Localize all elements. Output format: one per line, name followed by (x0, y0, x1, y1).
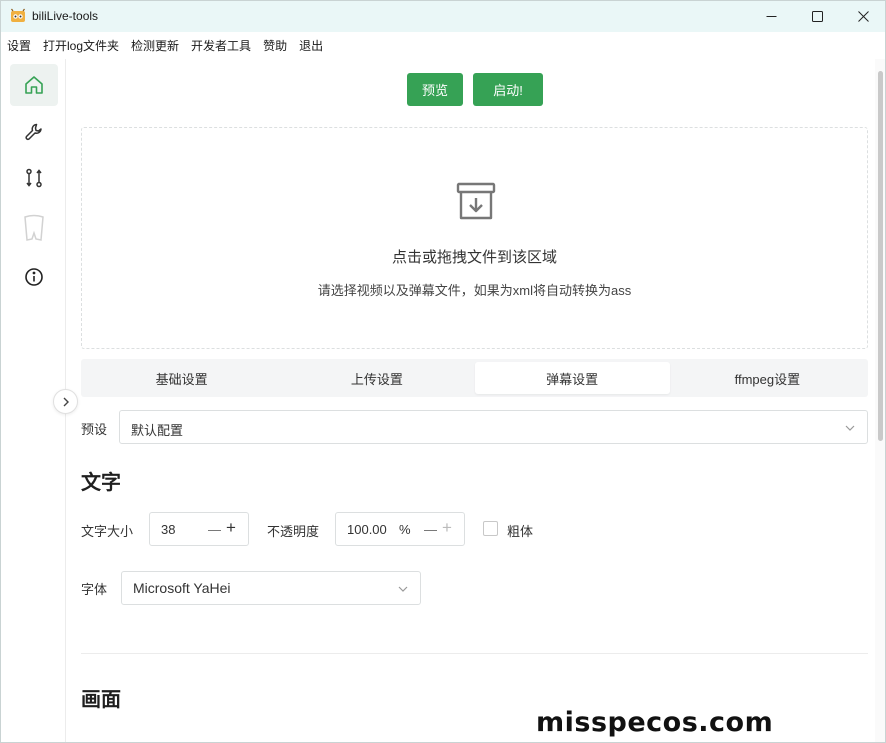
window-title: biliLive-tools (32, 9, 99, 23)
sidebar-item-about[interactable] (10, 256, 58, 298)
chevron-down-icon (398, 586, 408, 592)
opacity-decrement-button[interactable]: — (424, 522, 437, 537)
minimize-button[interactable] (748, 1, 794, 32)
tab-upload[interactable]: 上传设置 (279, 362, 474, 394)
picture-section-heading: 画面 (81, 689, 121, 711)
opacity-unit: % (399, 522, 411, 537)
menu-item-exit[interactable]: 退出 (299, 37, 323, 54)
wrench-icon (25, 123, 42, 141)
preset-value: 默认配置 (131, 423, 184, 438)
font-size-value: 38 (161, 522, 176, 537)
menu-item-open-log-folder[interactable]: 打开log文件夹 (43, 37, 119, 54)
maximize-button[interactable] (794, 1, 840, 32)
app-window: biliLive-tools 设置 打开log文件夹 检测更新 开发者工具 赞助… (0, 0, 886, 743)
minimize-icon (766, 16, 776, 17)
increment-button[interactable]: + (226, 518, 236, 538)
chevron-right-icon (63, 397, 69, 406)
close-button[interactable] (840, 1, 885, 32)
sidebar-collapse-button[interactable] (53, 389, 78, 414)
tab-ffmpeg[interactable]: ffmpeg设置 (670, 362, 865, 394)
opacity-input[interactable]: 100.00 % — + (335, 512, 465, 546)
font-family-label: 字体 (81, 582, 108, 597)
decrement-button[interactable]: — (208, 522, 221, 537)
opacity-increment-button[interactable]: + (442, 518, 452, 538)
chevron-down-icon (845, 425, 855, 431)
close-icon (857, 11, 869, 22)
font-family-value: Microsoft YaHei (133, 580, 231, 596)
opacity-label: 不透明度 (267, 524, 320, 539)
dropzone-subtitle: 请选择视频以及弹幕文件，如果为xml将自动转换为ass (317, 283, 632, 298)
scrollbar-thumb[interactable] (878, 71, 883, 441)
text-section-heading: 文字 (81, 472, 121, 494)
settings-tabs: 基础设置 上传设置 弹幕设置 ffmpeg设置 (81, 359, 868, 397)
sidebar-item-bilibili[interactable] (10, 207, 58, 249)
sidebar-item-tools[interactable] (10, 111, 58, 153)
tab-basic[interactable]: 基础设置 (84, 362, 279, 394)
menu-item-dev-tools[interactable]: 开发者工具 (191, 37, 251, 54)
file-dropzone[interactable]: 点击或拖拽文件到该区域 请选择视频以及弹幕文件，如果为xml将自动转换为ass (81, 127, 868, 349)
bilibili-tv-icon (24, 214, 44, 241)
sidebar-item-compare[interactable] (10, 157, 58, 199)
menu-item-sponsor[interactable]: 赞助 (263, 37, 287, 54)
font-family-select[interactable]: Microsoft YaHei (121, 571, 421, 605)
preset-label: 预设 (81, 422, 108, 437)
menu-item-check-update[interactable]: 检测更新 (131, 37, 179, 54)
font-size-input[interactable]: 38 — + (149, 512, 249, 546)
preview-button[interactable]: 预览 (407, 73, 463, 106)
section-divider (81, 653, 868, 654)
maximize-icon (811, 11, 823, 22)
preset-select[interactable]: 默认配置 (119, 410, 868, 444)
app-logo-icon (11, 8, 25, 22)
tab-danmaku[interactable]: 弹幕设置 (474, 362, 670, 394)
vertical-scrollbar[interactable] (875, 59, 885, 742)
menu-item-settings[interactable]: 设置 (7, 37, 31, 54)
dropzone-title: 点击或拖拽文件到该区域 (391, 249, 557, 266)
archive-download-icon (456, 182, 496, 220)
menu-bar: 设置 打开log文件夹 检测更新 开发者工具 赞助 退出 (1, 32, 885, 59)
bold-checkbox[interactable] (483, 521, 498, 536)
font-size-label: 文字大小 (81, 524, 134, 539)
title-bar: biliLive-tools (1, 1, 885, 32)
main-content: 预览 启动! 点击或拖拽文件到该区域 请选择视频以及弹幕文件，如果为xml将自动… (67, 59, 875, 742)
watermark-text: misspecos.com (536, 707, 774, 738)
sidebar-item-home[interactable] (10, 64, 58, 106)
start-button[interactable]: 启动! (473, 73, 543, 106)
home-icon (25, 76, 43, 94)
git-compare-icon (26, 168, 42, 188)
info-icon (25, 268, 43, 286)
opacity-value: 100.00 (347, 522, 387, 537)
bold-label: 粗体 (507, 524, 534, 539)
